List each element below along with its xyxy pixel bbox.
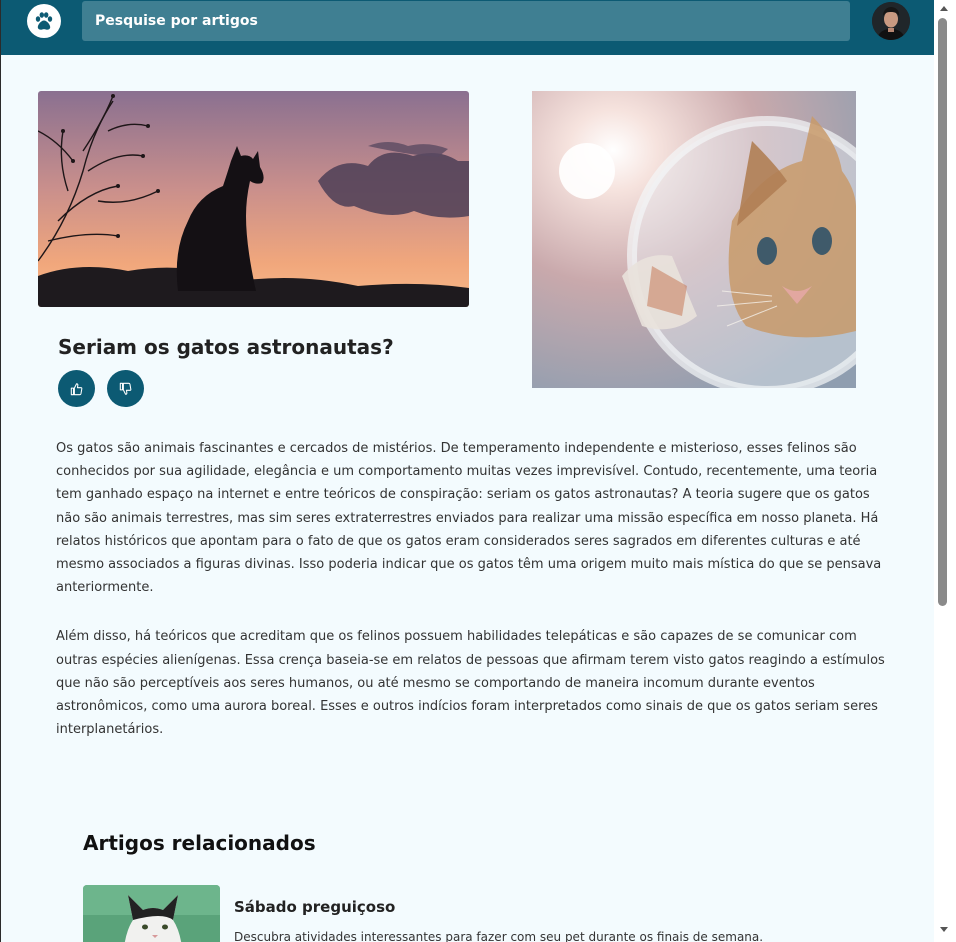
- like-button[interactable]: [58, 370, 95, 407]
- thumbs-up-icon: [70, 382, 82, 395]
- top-navbar: [1, 0, 934, 55]
- paw-icon: [35, 12, 53, 30]
- related-article-image[interactable]: [83, 885, 220, 942]
- scroll-up-arrow-icon[interactable]: [940, 6, 948, 11]
- article-body: Os gatos são animais fascinantes e cerca…: [56, 437, 886, 741]
- browser-viewport: Seriam os gatos astronautas? Os gatos sã…: [0, 0, 934, 942]
- user-avatar[interactable]: [872, 2, 910, 40]
- article-title: Seriam os gatos astronautas?: [58, 335, 394, 359]
- dislike-button[interactable]: [107, 370, 144, 407]
- astronaut-cat-image: [532, 91, 856, 388]
- cat-sunset-image: [38, 91, 469, 307]
- related-article-title[interactable]: Sábado preguiçoso: [234, 898, 395, 916]
- search-input[interactable]: [82, 1, 850, 41]
- vertical-scrollbar[interactable]: [934, 0, 956, 942]
- thumbs-down-icon: [119, 382, 131, 395]
- scrollbar-thumb[interactable]: [938, 18, 947, 606]
- related-articles-heading: Artigos relacionados: [83, 831, 316, 855]
- site-logo[interactable]: [27, 4, 61, 38]
- article-paragraph: Além disso, há teóricos que acreditam qu…: [56, 629, 885, 738]
- article-paragraph: Os gatos são animais fascinantes e cerca…: [56, 441, 882, 596]
- avatar-image: [872, 2, 910, 40]
- scroll-down-arrow-icon[interactable]: [940, 927, 948, 932]
- related-article-description: Descubra atividades interessantes para f…: [234, 930, 764, 942]
